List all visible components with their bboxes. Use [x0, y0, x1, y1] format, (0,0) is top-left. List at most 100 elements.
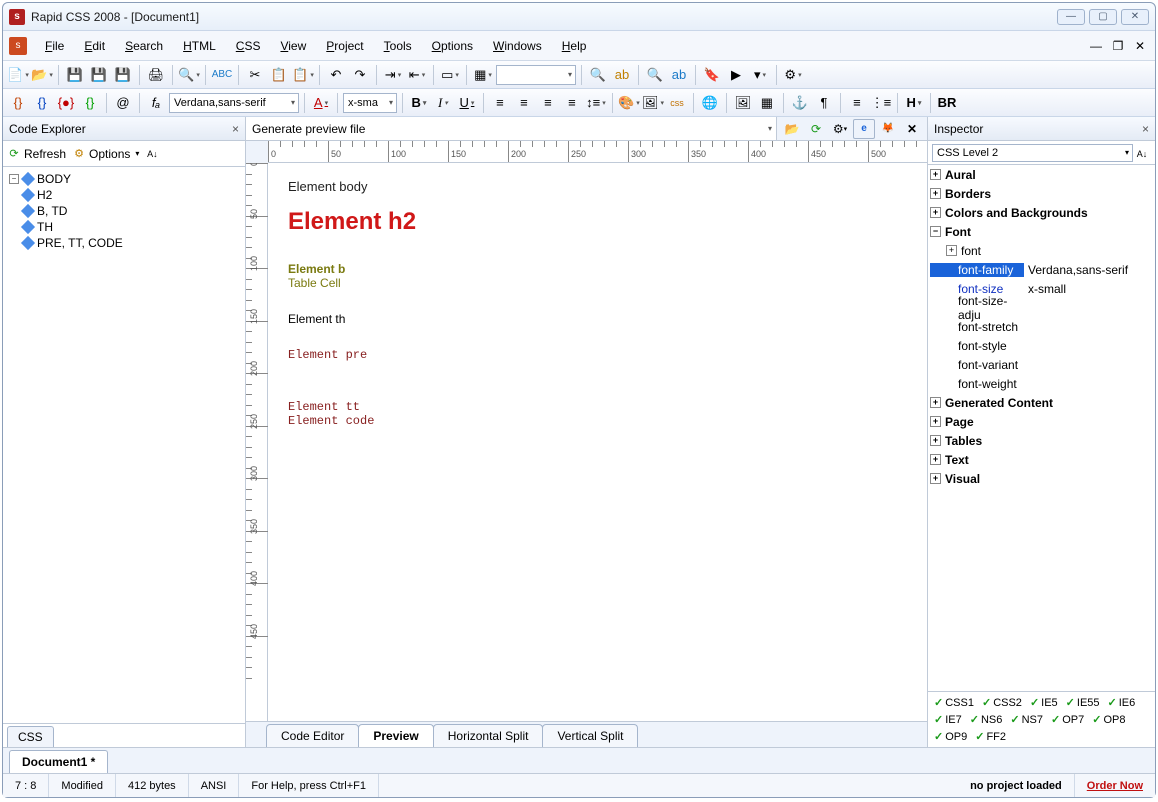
- menu-project[interactable]: Project: [316, 35, 373, 57]
- save-button[interactable]: 💾: [64, 64, 86, 86]
- inspector-sort-button[interactable]: A↓: [1133, 146, 1151, 160]
- panels-combo[interactable]: [496, 65, 576, 85]
- cat-borders[interactable]: +Borders: [928, 184, 1155, 203]
- image-button[interactable]: 🖼: [642, 92, 664, 114]
- refresh-preview-button[interactable]: ⟳: [805, 119, 827, 139]
- split-button[interactable]: ▭: [439, 64, 461, 86]
- mdi-close[interactable]: ✕: [1131, 38, 1149, 54]
- bookmark-menu-button[interactable]: ▾: [749, 64, 771, 86]
- tree-item[interactable]: −BODY: [7, 171, 241, 187]
- prop-font-weight[interactable]: font-weight: [928, 374, 1155, 393]
- font-family-combo[interactable]: Verdana,sans-serif: [169, 93, 299, 113]
- bookmark-toggle-button[interactable]: 🔖: [701, 64, 723, 86]
- css-level-combo[interactable]: CSS Level 2: [932, 144, 1133, 162]
- ie-button[interactable]: e: [853, 119, 875, 139]
- heading-button[interactable]: H: [903, 92, 925, 114]
- menu-css[interactable]: CSS: [226, 35, 271, 57]
- align-right-button[interactable]: ≡: [537, 92, 559, 114]
- open-folder-button[interactable]: 📂: [781, 119, 803, 139]
- cat-colors[interactable]: +Colors and Backgrounds: [928, 203, 1155, 222]
- view-tab-vertical-split[interactable]: Vertical Split: [542, 724, 638, 747]
- menu-tools[interactable]: Tools: [374, 35, 422, 57]
- find-button[interactable]: 🔍: [587, 64, 609, 86]
- options-button[interactable]: ⚙Options▾: [72, 147, 139, 161]
- print-button[interactable]: 🖨: [145, 64, 167, 86]
- italic-button[interactable]: I: [432, 92, 454, 114]
- find-files-button[interactable]: ab: [668, 64, 690, 86]
- menu-help[interactable]: Help: [552, 35, 597, 57]
- mdi-minimize[interactable]: —: [1087, 38, 1105, 54]
- outdent-button[interactable]: ⇤: [406, 64, 428, 86]
- preview-settings-button[interactable]: ⚙▾: [829, 119, 851, 139]
- cat-visual[interactable]: +Visual: [928, 469, 1155, 488]
- copy-button[interactable]: 📋: [268, 64, 290, 86]
- firefox-button[interactable]: 🦊: [877, 119, 899, 139]
- menu-view[interactable]: View: [270, 35, 316, 57]
- brace-2-icon[interactable]: {}: [31, 92, 53, 114]
- open-file-button[interactable]: 📂: [31, 64, 53, 86]
- new-file-button[interactable]: 📄: [7, 64, 29, 86]
- menu-html[interactable]: HTML: [173, 35, 226, 57]
- cat-page[interactable]: +Page: [928, 412, 1155, 431]
- cut-button[interactable]: ✂: [244, 64, 266, 86]
- anchor-button[interactable]: ⚓: [789, 92, 811, 114]
- close-button[interactable]: ✕: [1121, 9, 1149, 25]
- bold-button[interactable]: B: [408, 92, 430, 114]
- preview-file-combo[interactable]: Generate preview file: [246, 117, 777, 140]
- prop-font-stretch[interactable]: font-stretch: [928, 317, 1155, 336]
- element-tree[interactable]: −BODYH2B, TDTHPRE, TT, CODE: [3, 167, 245, 723]
- code-explorer-close[interactable]: ×: [232, 122, 239, 136]
- panels-button[interactable]: ▦: [472, 64, 494, 86]
- preview-browser-button[interactable]: 🔍: [178, 64, 200, 86]
- css-validate-button[interactable]: css: [666, 92, 688, 114]
- underline-button[interactable]: U: [456, 92, 478, 114]
- app-menu-icon[interactable]: s: [9, 37, 27, 55]
- tree-item[interactable]: B, TD: [7, 203, 241, 219]
- save-all-button[interactable]: 💾: [88, 64, 110, 86]
- order-now-link[interactable]: Order Now: [1075, 780, 1155, 792]
- menu-edit[interactable]: Edit: [74, 35, 115, 57]
- view-tab-horizontal-split[interactable]: Horizontal Split: [433, 724, 544, 747]
- cat-aural[interactable]: +Aural: [928, 165, 1155, 184]
- prop-font-style[interactable]: font-style: [928, 336, 1155, 355]
- maximize-button[interactable]: ▢: [1089, 9, 1117, 25]
- prop-font-family[interactable]: font-familyVerdana,sans-serif: [928, 260, 1155, 279]
- prop-font-variant[interactable]: font-variant: [928, 355, 1155, 374]
- at-icon[interactable]: @: [112, 92, 134, 114]
- brace-4-icon[interactable]: {}: [79, 92, 101, 114]
- align-left-button[interactable]: ≡: [489, 92, 511, 114]
- paste-button[interactable]: 📋: [292, 64, 314, 86]
- property-tree[interactable]: +Aural +Borders +Colors and Backgrounds …: [928, 165, 1155, 691]
- cat-font[interactable]: −Font: [928, 222, 1155, 241]
- inspector-close[interactable]: ×: [1142, 122, 1149, 136]
- close-preview-button[interactable]: ✕: [901, 119, 923, 139]
- tree-item[interactable]: PRE, TT, CODE: [7, 235, 241, 251]
- cat-text[interactable]: +Text: [928, 450, 1155, 469]
- font-size-combo[interactable]: x-sma: [343, 93, 397, 113]
- sort-button[interactable]: A↓: [145, 147, 159, 161]
- undo-button[interactable]: ↶: [325, 64, 347, 86]
- menu-file[interactable]: File: [35, 35, 74, 57]
- menu-windows[interactable]: Windows: [483, 35, 552, 57]
- unordered-list-button[interactable]: ⋮≡: [870, 92, 892, 114]
- minimize-button[interactable]: —: [1057, 9, 1085, 25]
- subcat-font[interactable]: +font: [928, 241, 1155, 260]
- align-justify-button[interactable]: ≡: [561, 92, 583, 114]
- settings-button[interactable]: ⚙: [782, 64, 804, 86]
- tree-item[interactable]: H2: [7, 187, 241, 203]
- refresh-button[interactable]: ⟳Refresh: [7, 147, 66, 161]
- view-tab-preview[interactable]: Preview: [358, 724, 433, 747]
- special-char-button[interactable]: ¶: [813, 92, 835, 114]
- ordered-list-button[interactable]: ≡: [846, 92, 868, 114]
- mdi-restore[interactable]: ❐: [1109, 38, 1127, 54]
- font-color-button[interactable]: A: [310, 92, 332, 114]
- spellcheck-button[interactable]: ABC: [211, 64, 233, 86]
- menu-search[interactable]: Search: [115, 35, 173, 57]
- document-tab[interactable]: Document1 *: [9, 750, 108, 773]
- link-button[interactable]: 🌐: [699, 92, 721, 114]
- align-center-button[interactable]: ≡: [513, 92, 535, 114]
- br-button[interactable]: BR: [936, 92, 958, 114]
- bg-color-button[interactable]: 🎨: [618, 92, 640, 114]
- cat-generated-content[interactable]: +Generated Content: [928, 393, 1155, 412]
- redo-button[interactable]: ↷: [349, 64, 371, 86]
